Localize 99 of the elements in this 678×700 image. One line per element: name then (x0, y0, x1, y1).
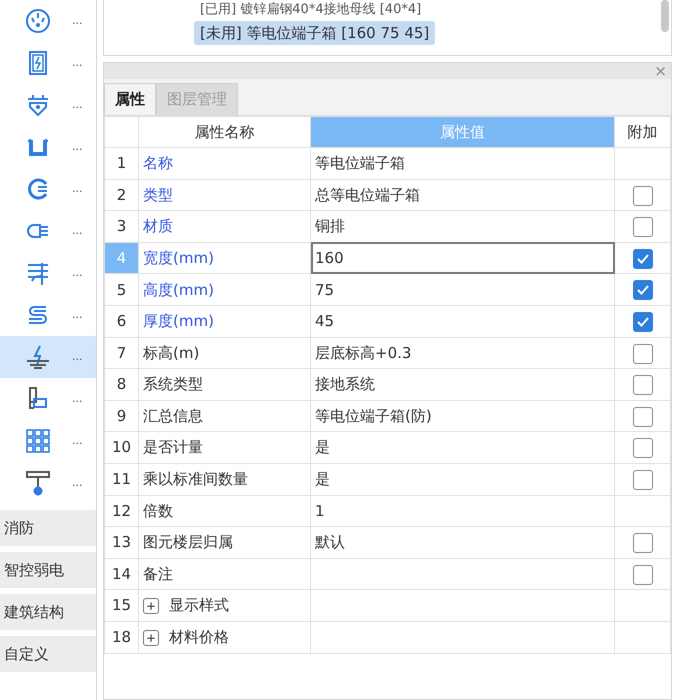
property-name: 图元楼层归属 (138, 526, 310, 558)
checkbox[interactable] (632, 217, 652, 238)
expand-toggle[interactable]: + (143, 630, 159, 646)
property-value[interactable]: 160 (310, 242, 614, 274)
component-item[interactable]: [已用] 镀锌扁钢40*4接地母线 [40*4] (194, 0, 428, 18)
more-label: ... (72, 96, 82, 113)
checkbox[interactable] (632, 564, 652, 585)
property-name: 材质 (138, 210, 310, 242)
category-item[interactable]: 智控弱电 (0, 552, 96, 588)
row-number: 1 (104, 148, 138, 180)
row-number: 3 (104, 210, 138, 242)
more-label: ... (72, 12, 82, 29)
tool-item[interactable]: ... (0, 0, 96, 42)
row-number: 6 (104, 306, 138, 338)
terminal-icon (24, 469, 52, 497)
more-label: ... (72, 390, 82, 407)
checkbox[interactable] (632, 280, 652, 300)
column-header[interactable]: 附加 (614, 116, 670, 148)
tool-item[interactable]: ... (0, 84, 96, 126)
property-value[interactable]: 默认 (310, 526, 614, 558)
tab[interactable]: 属性 (104, 83, 156, 114)
more-label: ... (72, 264, 82, 281)
property-value[interactable]: 是 (310, 464, 614, 496)
more-label: ... (72, 348, 82, 365)
scrollbar-thumb[interactable] (661, 0, 669, 32)
checkbox[interactable] (632, 406, 652, 427)
row-number: 11 (104, 464, 138, 496)
property-name: 乘以标准间数量 (138, 464, 310, 496)
row-number: 2 (104, 179, 138, 211)
group-name: 显示样式 (169, 596, 229, 614)
row-number: 14 (104, 558, 138, 590)
grid-icon (24, 427, 52, 455)
more-label: ... (72, 432, 82, 449)
tool-item[interactable]: ... (0, 462, 96, 504)
property-name: 倍数 (138, 495, 310, 527)
more-label: ... (72, 306, 82, 323)
checkbox[interactable] (632, 312, 652, 332)
row-number: 4 (104, 242, 138, 274)
category-item[interactable]: 自定义 (0, 636, 96, 672)
more-label: ... (72, 54, 82, 71)
check-icon (636, 315, 650, 329)
property-name: 是否计量 (138, 432, 310, 464)
checkbox[interactable] (632, 186, 652, 206)
expand-toggle[interactable]: + (143, 598, 159, 614)
category-item[interactable]: 消防 (0, 510, 96, 546)
row-number: 5 (104, 274, 138, 306)
property-name: 标高(m) (138, 337, 310, 369)
property-value[interactable]: 等电位端子箱(防) (310, 400, 614, 432)
more-label: ... (72, 222, 82, 239)
property-name: 备注 (138, 558, 310, 590)
tool-item[interactable]: ... (0, 168, 96, 210)
property-value[interactable]: 层底标高+0.3 (310, 337, 614, 369)
property-name: 汇总信息 (138, 400, 310, 432)
property-value[interactable]: 75 (310, 274, 614, 306)
property-value[interactable]: 是 (310, 432, 614, 464)
check-icon (636, 252, 650, 266)
outlet-icon (24, 7, 52, 35)
component-item[interactable]: [未用] 等电位端子箱 [160 75 45] (194, 21, 436, 45)
row-number: 18 (104, 622, 138, 654)
checkbox[interactable] (632, 438, 652, 458)
row-number: 9 (104, 400, 138, 432)
checkbox[interactable] (632, 470, 652, 490)
property-value[interactable]: 1 (310, 495, 614, 527)
group-name: 材料价格 (169, 628, 229, 646)
property-value[interactable]: 总等电位端子箱 (310, 179, 614, 211)
checkbox[interactable] (632, 344, 652, 364)
tool-item[interactable]: ... (0, 210, 96, 252)
tool-item[interactable]: ... (0, 420, 96, 462)
property-value[interactable]: 接地系统 (310, 368, 614, 400)
tool-item[interactable]: ... (0, 294, 96, 336)
property-name: 宽度(mm) (138, 242, 310, 274)
row-number: 7 (104, 337, 138, 369)
more-label: ... (72, 180, 82, 197)
row-number: 15 (104, 590, 138, 622)
column-header[interactable]: 属性名称 (138, 116, 310, 148)
category-item[interactable]: 建筑结构 (0, 594, 96, 630)
property-value[interactable]: 等电位端子箱 (310, 148, 614, 180)
property-value[interactable]: 45 (310, 306, 614, 338)
checkbox[interactable] (632, 375, 652, 396)
property-name: 系统类型 (138, 368, 310, 400)
tool-item[interactable]: ... (0, 336, 96, 378)
tool-item[interactable]: ... (0, 378, 96, 420)
property-name: 类型 (138, 179, 310, 211)
property-name: 厚度(mm) (138, 306, 310, 338)
row-number: 12 (104, 495, 138, 527)
property-name: 名称 (138, 148, 310, 180)
more-label: ... (72, 138, 82, 155)
grounding-icon (24, 343, 52, 371)
tool-item[interactable]: ... (0, 42, 96, 84)
checkbox[interactable] (632, 248, 652, 269)
check-icon (636, 283, 650, 298)
row-number: 13 (104, 526, 138, 558)
row-number: 8 (104, 368, 138, 400)
row-number: 10 (104, 432, 138, 464)
property-name: 高度(mm) (138, 274, 310, 306)
tool-item[interactable]: ... (0, 252, 96, 294)
more-label: ... (72, 474, 82, 491)
checkbox[interactable] (632, 533, 652, 554)
tool-item[interactable]: ... (0, 126, 96, 168)
